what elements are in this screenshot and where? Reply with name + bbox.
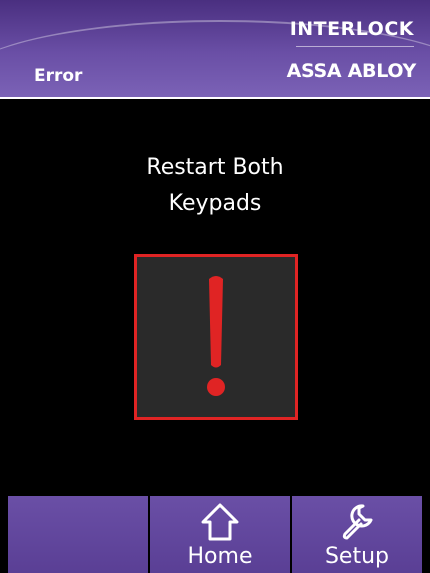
home-button[interactable]: Home xyxy=(150,496,290,573)
error-message-line-1: Restart Both xyxy=(146,155,284,180)
alert-box xyxy=(134,254,298,420)
home-icon xyxy=(201,503,239,541)
header-divider xyxy=(0,97,430,99)
error-message-line-2: Keypads xyxy=(168,191,262,216)
brand-interlock: INTERLOCK xyxy=(289,18,414,40)
setup-label: Setup xyxy=(324,544,390,569)
brand-divider xyxy=(296,46,414,47)
error-message: Restart Both Keypads xyxy=(0,150,430,222)
home-label: Home xyxy=(187,544,253,569)
exclamation-icon xyxy=(207,276,225,396)
bottom-nav: Home Setup xyxy=(0,496,430,573)
brand-assa-abloy: ASSA ABLOY xyxy=(286,60,417,82)
header-bar: Error INTERLOCK ASSA ABLOY xyxy=(0,0,430,97)
wrench-icon xyxy=(342,504,373,540)
error-screen: Error INTERLOCK ASSA ABLOY Restart Both … xyxy=(0,0,430,573)
nav-blank-button[interactable] xyxy=(8,496,148,573)
screen-title: Error xyxy=(34,66,83,86)
setup-button[interactable]: Setup xyxy=(292,496,422,573)
